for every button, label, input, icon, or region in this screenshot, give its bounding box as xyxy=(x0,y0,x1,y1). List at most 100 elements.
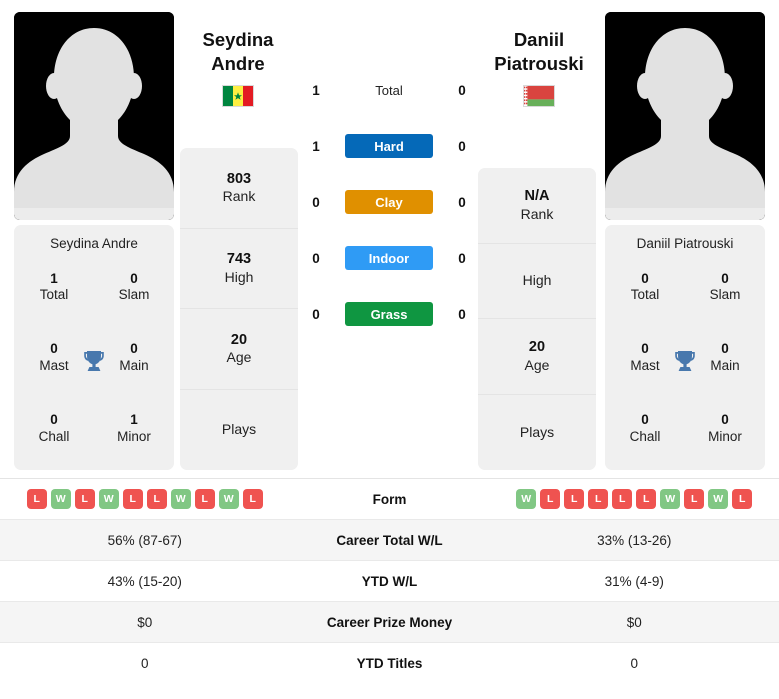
trophy-stat-minor-right: 0 Minor xyxy=(685,412,765,446)
trophy-total-value: 0 xyxy=(641,270,649,286)
form-badge-loss[interactable]: L xyxy=(732,489,753,509)
rank-label: Rank xyxy=(520,205,554,222)
trophy-minor-value: 1 xyxy=(130,411,138,427)
trophy-minor-label: Minor xyxy=(708,428,742,444)
trophy-stat-total-right: 0 Total xyxy=(605,271,685,305)
rank-row-plays-left: Plays xyxy=(180,390,298,471)
surface-indoor-badge[interactable]: Indoor xyxy=(345,246,433,270)
ytd-titles-left: 0 xyxy=(140,656,149,671)
trophy-total-label: Total xyxy=(39,287,69,303)
player-header-right: Daniil Piatrouski xyxy=(464,28,614,107)
surface-clay-right-value: 0 xyxy=(458,194,466,210)
rank-row-age-left: 20 Age xyxy=(180,309,298,390)
table-row: 56% (87-67) Career Total W/L 33% (13-26) xyxy=(0,520,779,561)
rank-label: Rank xyxy=(222,188,256,205)
player-avatar-placeholder-icon xyxy=(14,12,174,220)
trophy-chall-value: 0 xyxy=(641,411,649,427)
form-badge-win[interactable]: W xyxy=(170,489,191,509)
surface-hard-badge[interactable]: Hard xyxy=(345,134,433,158)
age-value: 20 xyxy=(230,331,248,348)
ranking-card-left: 803 Rank 743 High 20 Age Plays xyxy=(180,148,298,470)
surface-win-comparison: 1 Total 0 1 Hard 0 0 Clay 0 0 Indoor 0 0… xyxy=(306,62,472,342)
trophy-minor-label: Minor xyxy=(117,428,151,444)
player-avatar-placeholder-icon xyxy=(605,12,765,220)
form-badge-win[interactable]: W xyxy=(708,489,729,509)
rank-row-plays-right: Plays xyxy=(478,395,596,471)
surface-row-hard: 1 Hard 0 xyxy=(306,118,472,174)
table-row: 0 YTD Titles 0 xyxy=(0,643,779,684)
surface-indoor-right-value: 0 xyxy=(458,250,466,266)
form-badge-win[interactable]: W xyxy=(660,489,681,509)
form-badge-win[interactable]: W xyxy=(516,489,537,509)
form-badge-loss[interactable]: L xyxy=(564,489,585,509)
trophy-chall-label: Chall xyxy=(629,428,661,444)
surface-row-indoor: 0 Indoor 0 xyxy=(306,230,472,286)
form-badge-loss[interactable]: L xyxy=(146,489,167,509)
player-first-name-left: Seydina xyxy=(202,29,274,50)
table-row: LWLWLLWLWL Form WLLLLLWLWL xyxy=(0,479,779,520)
trophy-total-value: 1 xyxy=(50,270,58,286)
surface-row-clay: 0 Clay 0 xyxy=(306,174,472,230)
row-label-ytd-titles: YTD Titles xyxy=(356,656,423,671)
form-badge-loss[interactable]: L xyxy=(540,489,561,509)
form-badges-left: LWLWLLWLWL xyxy=(0,489,290,509)
ytd-wl-left: 43% (15-20) xyxy=(107,573,182,589)
player-name-right-card: Daniil Piatrouski xyxy=(636,236,734,251)
surface-clay-badge[interactable]: Clay xyxy=(345,190,433,214)
player-name-left-card: Seydina Andre xyxy=(50,236,138,251)
rank-row-rank-left: 803 Rank xyxy=(180,148,298,229)
surface-total-label: Total xyxy=(375,82,403,98)
comparison-stats-table: LWLWLLWLWL Form WLLLLLWLWL 56% (87-67) C… xyxy=(0,478,779,684)
form-badge-loss[interactable]: L xyxy=(242,489,263,509)
form-badge-loss[interactable]: L xyxy=(74,489,95,509)
rank-value: N/A xyxy=(524,188,550,205)
plays-label: Plays xyxy=(519,423,555,440)
form-badge-loss[interactable]: L xyxy=(612,489,633,509)
trophy-chall-label: Chall xyxy=(38,428,70,444)
form-badge-loss[interactable]: L xyxy=(636,489,657,509)
flag-belarus-icon xyxy=(523,84,555,107)
form-badge-loss[interactable]: L xyxy=(684,489,705,509)
rank-row-age-right: 20 Age xyxy=(478,319,596,395)
form-badge-loss[interactable]: L xyxy=(122,489,143,509)
avatar-right[interactable] xyxy=(605,12,765,220)
trophy-slam-label: Slam xyxy=(709,287,741,303)
age-value: 20 xyxy=(528,339,546,356)
avatar-left[interactable] xyxy=(14,12,174,220)
form-badges-right: WLLLLLWLWL xyxy=(490,489,779,509)
ranking-card-right: N/A Rank High 20 Age Plays xyxy=(478,168,596,470)
rank-row-high-left: 743 High xyxy=(180,229,298,309)
trophy-stat-slam-right: 0 Slam xyxy=(685,271,765,305)
player-last-name-left: Andre xyxy=(211,53,265,75)
trophy-grid-right: 0 Total 0 Slam 0 Mast 0 Main 0 Chall 0 M… xyxy=(605,252,765,470)
row-label-career-prize-money: Career Prize Money xyxy=(326,614,453,630)
surface-total-right-value: 0 xyxy=(458,82,466,98)
row-label-career-total-wl: Career Total W/L xyxy=(336,532,443,548)
form-badge-win[interactable]: W xyxy=(98,489,119,509)
age-label: Age xyxy=(226,349,252,366)
form-badge-win[interactable]: W xyxy=(50,489,71,509)
surface-hard-left-value: 1 xyxy=(312,138,320,154)
form-badge-win[interactable]: W xyxy=(218,489,239,509)
surface-indoor-left-value: 0 xyxy=(312,250,320,266)
row-label-ytd-wl: YTD W/L xyxy=(361,573,418,589)
ytd-wl-right: 31% (4-9) xyxy=(604,573,664,589)
surface-hard-right-value: 0 xyxy=(458,138,466,154)
surface-clay-left-value: 0 xyxy=(312,194,320,210)
form-badge-loss[interactable]: L xyxy=(588,489,609,509)
form-badge-loss[interactable]: L xyxy=(194,489,215,509)
trophy-card-left: Seydina Andre 1 Total 0 Slam 0 Mast 0 Ma… xyxy=(14,225,174,470)
trophy-grid-left: 1 Total 0 Slam 0 Mast 0 Main 0 Chall 1 M… xyxy=(14,252,174,470)
trophy-stat-minor-left: 1 Minor xyxy=(94,412,174,446)
trophy-minor-value: 0 xyxy=(721,411,729,427)
trophy-stat-chall-left: 0 Chall xyxy=(14,412,94,446)
trophy-total-label: Total xyxy=(630,287,660,303)
career-total-wl-right: 33% (13-26) xyxy=(597,532,672,548)
surface-grass-left-value: 0 xyxy=(312,306,320,322)
form-badge-loss[interactable]: L xyxy=(26,489,47,509)
surface-total-left-value: 1 xyxy=(312,82,320,98)
surface-grass-badge[interactable]: Grass xyxy=(345,302,433,326)
player-last-name-right: Piatrouski xyxy=(494,53,584,75)
player-first-name-right: Daniil xyxy=(513,29,565,50)
surface-grass-right-value: 0 xyxy=(458,306,466,322)
